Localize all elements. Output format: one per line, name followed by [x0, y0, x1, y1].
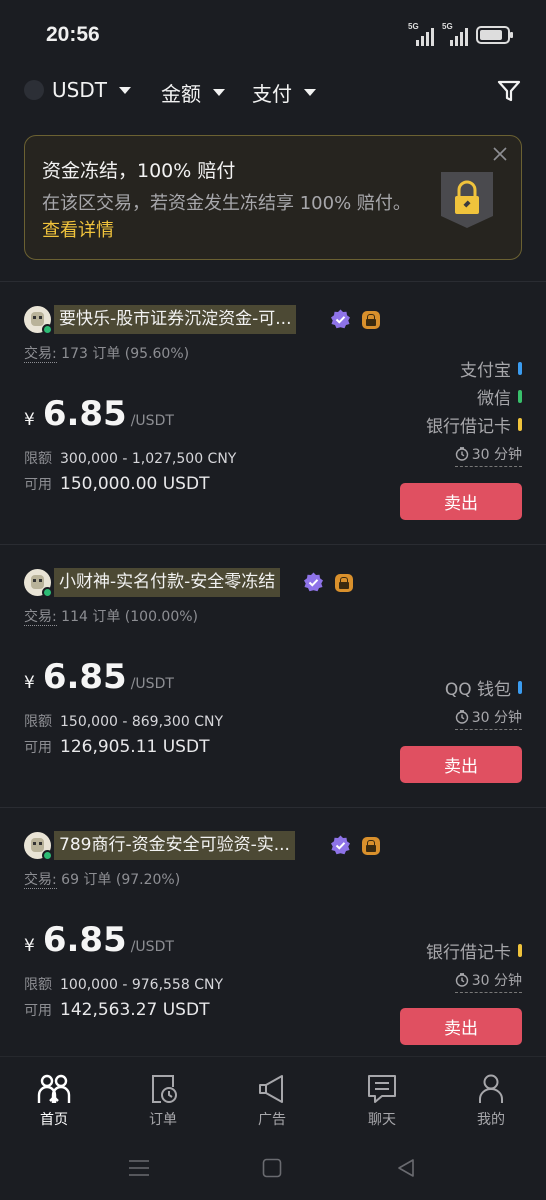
bottom-nav: 首页 订单 广告 聊天 我的 — [0, 1056, 546, 1136]
price-value: 6.85 — [42, 657, 127, 697]
payment-method-bank: 银行借记卡 — [426, 412, 522, 437]
payment-color-indicator — [518, 418, 522, 431]
listing-card: 789商行-资金安全可验资-实... 交易: 69 订单 (97.20%) 银行… — [0, 808, 546, 1070]
security-deposit-icon — [362, 837, 380, 855]
sell-button[interactable]: 卖出 — [400, 746, 522, 783]
payment-color-indicator — [518, 681, 522, 694]
coin-filter[interactable]: USDT — [24, 78, 131, 102]
limit-range: 限额 100,000 - 976,558 CNY — [24, 977, 223, 993]
limit-range: 限额 300,000 - 1,027,500 CNY — [24, 451, 237, 467]
price: ¥ 6.85 /USDT — [24, 394, 174, 434]
price-value: 6.85 — [42, 394, 127, 434]
nav-home[interactable]: 首页 — [14, 1073, 94, 1129]
chevron-down-icon — [118, 86, 131, 94]
order-clock-icon — [152, 1075, 177, 1103]
nav-orders-label: 订单 — [149, 1112, 177, 1128]
profile-icon — [479, 1074, 503, 1103]
payment-time-limit: 30 分钟 — [454, 970, 522, 993]
nav-ads-label: 广告 — [258, 1112, 286, 1128]
payment-color-indicator — [518, 944, 522, 957]
nav-chat[interactable]: 聊天 — [342, 1073, 422, 1129]
available-amount: 可用 142,563.27 USDT — [24, 1000, 210, 1020]
sell-button[interactable]: 卖出 — [400, 1008, 522, 1045]
banner-title: 资金冻结，100% 赔付 — [42, 160, 236, 182]
available-amount: 可用 126,905.11 USDT — [24, 737, 210, 757]
online-indicator — [42, 324, 53, 335]
status-bar: 20:56 5G 5G — [0, 0, 546, 70]
timer-icon — [455, 973, 468, 987]
price-value: 6.85 — [42, 920, 127, 960]
home-square-icon[interactable] — [262, 1158, 282, 1178]
timer-icon — [455, 710, 468, 724]
merchant-name[interactable]: 小财神-实名付款-安全零冻结 — [54, 568, 281, 597]
available-amount: 可用 150,000.00 USDT — [24, 474, 210, 494]
shield-lock-icon — [441, 172, 493, 228]
banner-text: 在该区交易，若资金发生冻结享 100% 赔付。查看详情 — [42, 193, 411, 241]
security-deposit-icon — [335, 574, 353, 592]
payment-method-bank: 银行借记卡 — [426, 938, 522, 963]
security-deposit-icon — [362, 311, 380, 329]
nav-profile-label: 我的 — [477, 1112, 505, 1128]
merchant-name[interactable]: 要快乐-股市证券沉淀资金-可... — [54, 305, 297, 334]
price: ¥ 6.85 /USDT — [24, 657, 174, 697]
chat-icon — [368, 1075, 396, 1103]
nav-home-label: 首页 — [40, 1112, 68, 1128]
timer-icon — [455, 447, 468, 461]
payment-time-limit: 30 分钟 — [454, 707, 522, 730]
nav-orders[interactable]: 订单 — [123, 1073, 203, 1129]
payment-filter-label: 支付 — [252, 82, 292, 106]
filter-bar: USDT 金额 支付 — [0, 72, 546, 112]
menu-icon[interactable] — [128, 1158, 150, 1178]
limit-range: 限额 150,000 - 869,300 CNY — [24, 714, 223, 730]
price: ¥ 6.85 /USDT — [24, 920, 174, 960]
freeze-compensation-banner: 资金冻结，100% 赔付 在该区交易，若资金发生冻结享 100% 赔付。查看详情 — [24, 135, 522, 260]
amount-filter[interactable]: 金额 — [161, 78, 225, 107]
payment-method-alipay: 支付宝 — [460, 356, 522, 381]
trade-stats: 交易: 114 订单 (100.00%) — [24, 609, 199, 626]
filter-funnel-icon[interactable] — [496, 78, 522, 104]
signal-5g-icon: 5G — [408, 22, 434, 46]
nav-chat-label: 聊天 — [368, 1112, 396, 1128]
payment-color-indicator — [518, 362, 522, 375]
system-nav — [0, 1136, 546, 1200]
battery-icon — [476, 26, 513, 44]
chevron-down-icon — [304, 89, 316, 96]
payment-method-qq-wallet: QQ 钱包 — [445, 675, 522, 700]
signal-5g-icon: 5G — [442, 22, 468, 46]
chevron-down-icon — [213, 89, 225, 96]
home-users-icon — [37, 1074, 71, 1103]
coin-filter-label: USDT — [52, 78, 107, 102]
listing-card: 小财神-实名付款-安全零冻结 交易: 114 订单 (100.00%) QQ 钱… — [0, 545, 546, 807]
online-indicator — [42, 850, 53, 861]
close-icon[interactable] — [493, 147, 507, 161]
payment-method-wechat: 微信 — [477, 384, 522, 409]
verified-badge-icon — [331, 835, 350, 855]
view-details-link[interactable]: 查看详情 — [42, 220, 114, 241]
listing-card: 要快乐-股市证券沉淀资金-可... 交易: 173 订单 (95.60%) 支付… — [0, 282, 546, 544]
payment-color-indicator — [518, 390, 522, 403]
nav-profile[interactable]: 我的 — [451, 1073, 531, 1129]
payment-filter[interactable]: 支付 — [252, 78, 316, 107]
verified-badge-icon — [331, 309, 350, 329]
online-indicator — [42, 587, 53, 598]
sell-button[interactable]: 卖出 — [400, 483, 522, 520]
back-triangle-icon[interactable] — [396, 1158, 416, 1178]
status-time: 20:56 — [46, 23, 100, 46]
trade-stats: 交易: 173 订单 (95.60%) — [24, 346, 190, 363]
trade-stats: 交易: 69 订单 (97.20%) — [24, 872, 181, 889]
payment-time-limit: 30 分钟 — [454, 444, 522, 467]
coin-icon — [24, 80, 44, 100]
verified-badge-icon — [304, 572, 323, 592]
merchant-name[interactable]: 789商行-资金安全可验资-实... — [54, 831, 295, 860]
status-icons: 5G 5G — [408, 22, 513, 46]
amount-filter-label: 金额 — [161, 82, 201, 106]
megaphone-icon — [259, 1075, 283, 1103]
nav-ads[interactable]: 广告 — [232, 1073, 312, 1129]
